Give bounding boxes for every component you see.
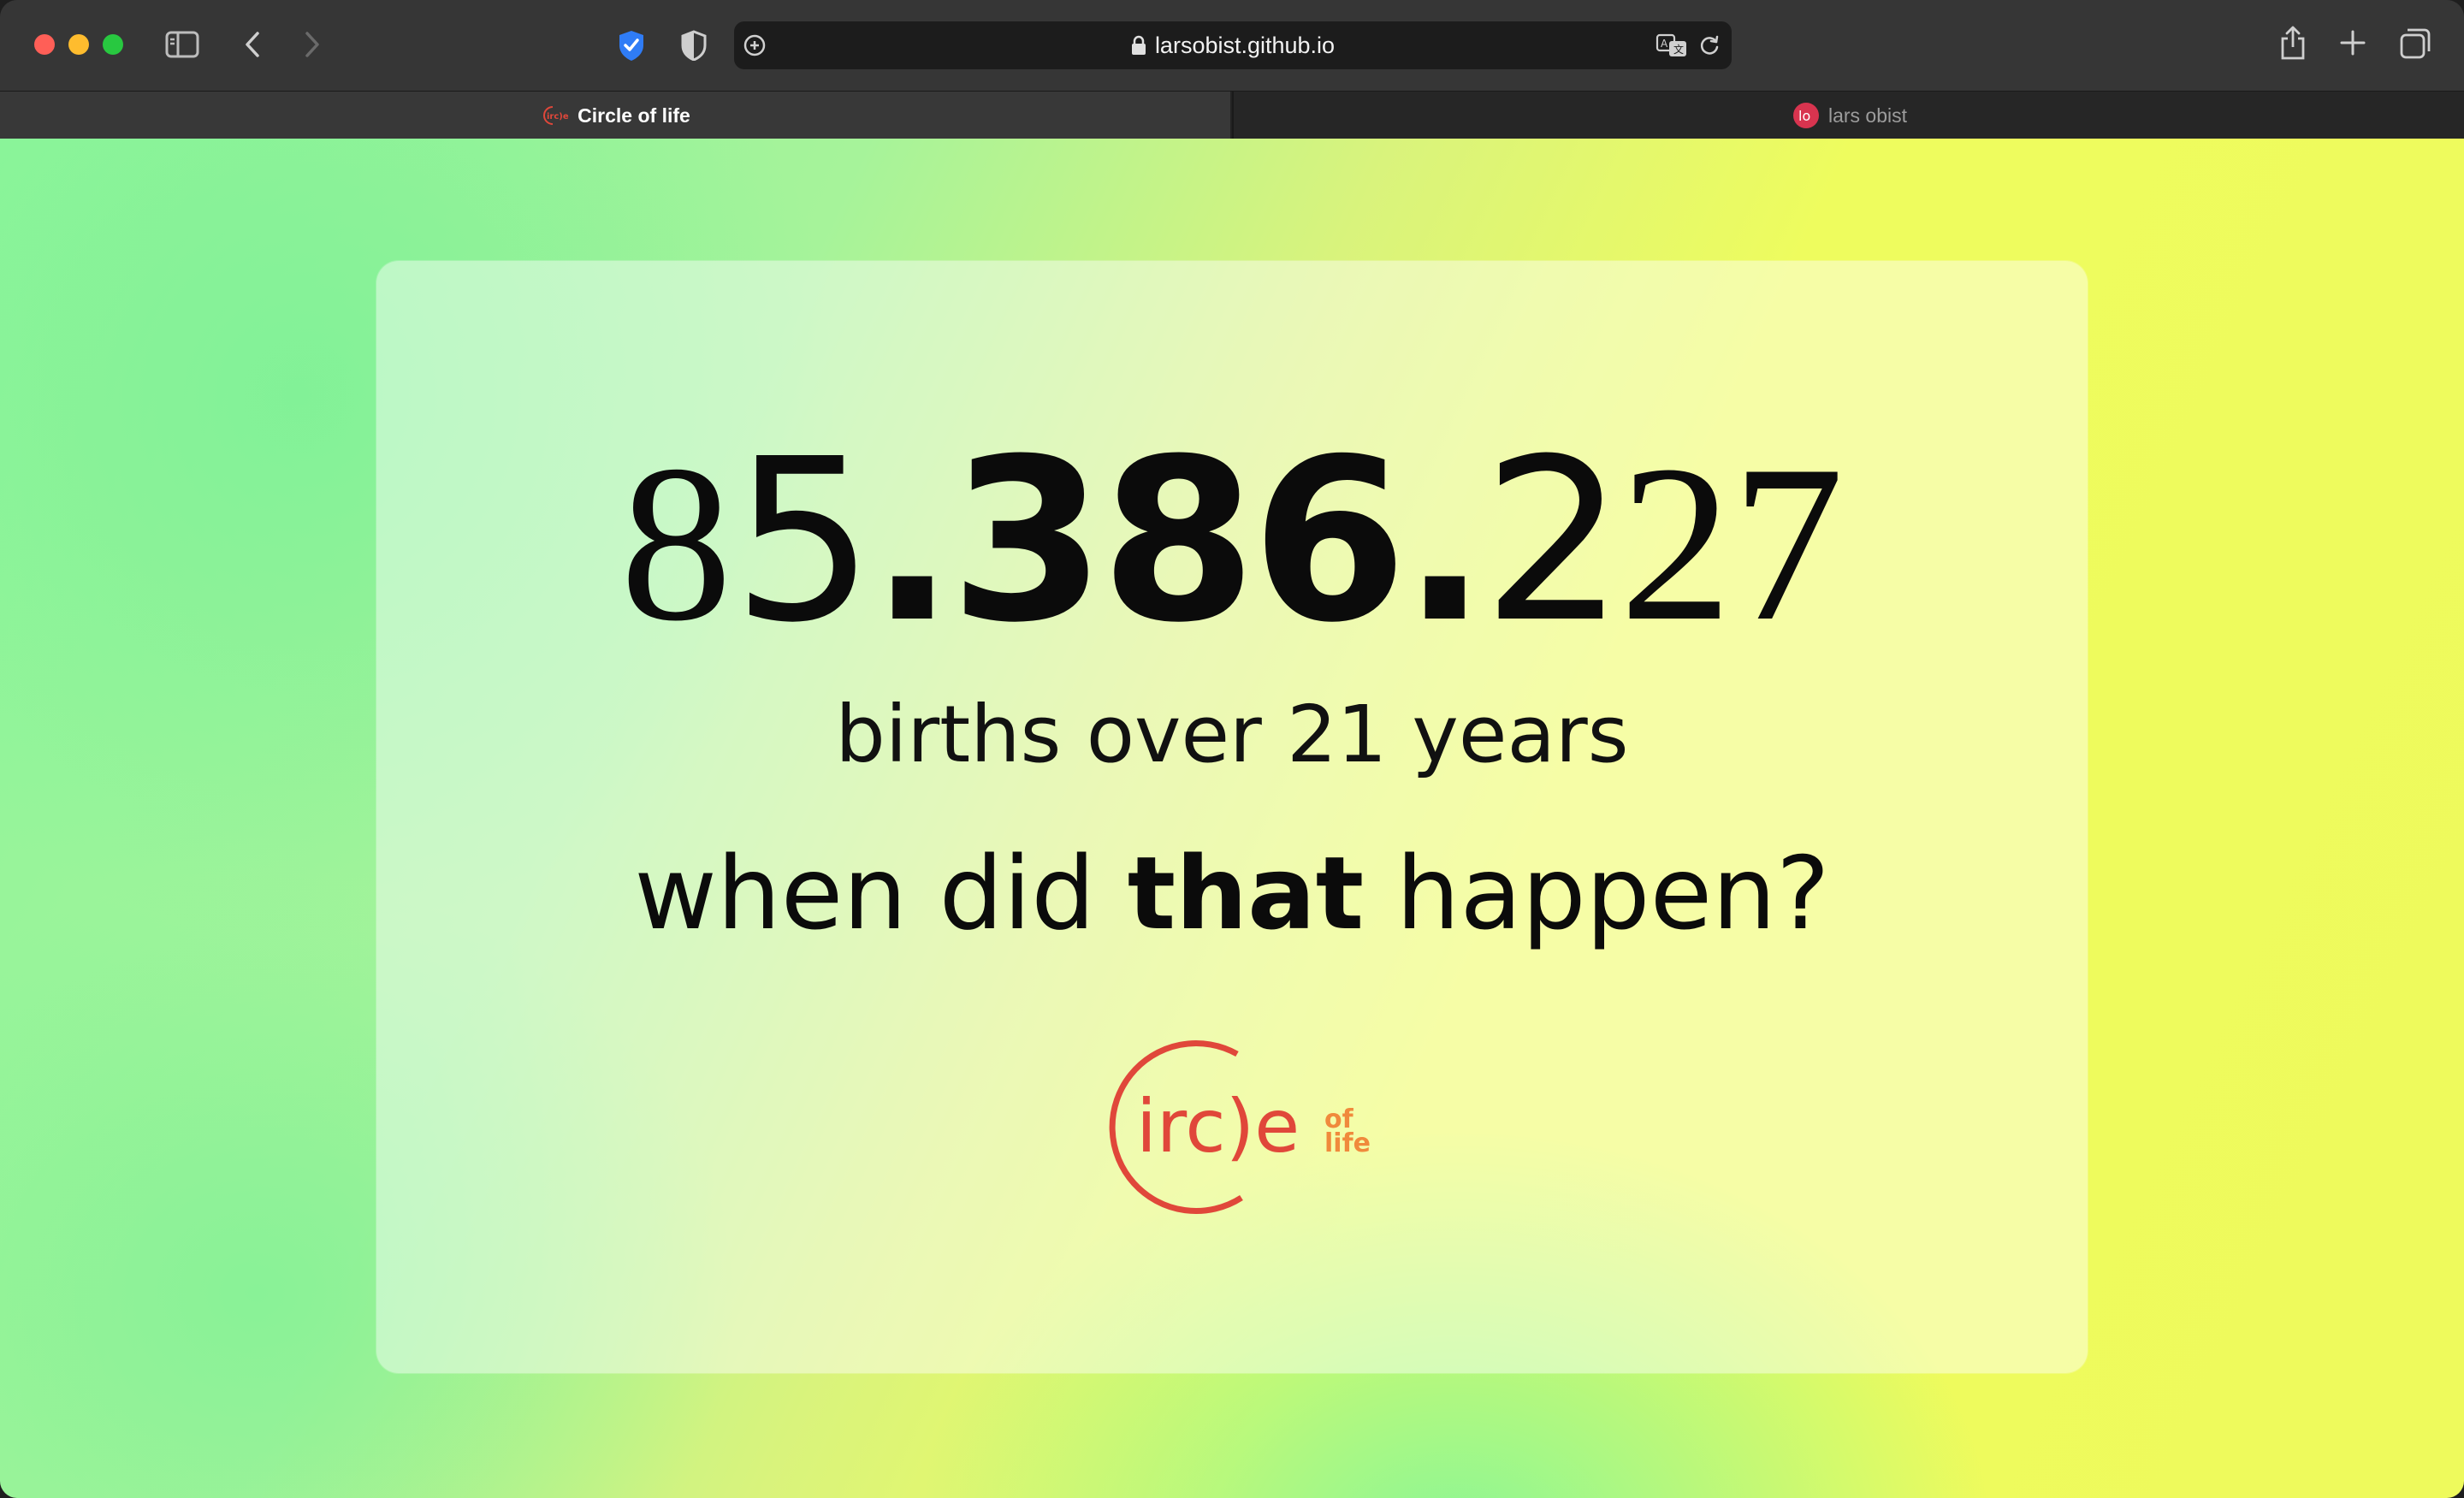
tab-circle-of-life[interactable]: irc)e Circle of life [0, 92, 1230, 139]
bitwarden-shield-icon[interactable] [616, 27, 647, 63]
count-digits-thin: 27 [1620, 419, 1845, 667]
browser-toolbar: larsobist.github.io A文 [0, 0, 2464, 91]
tab-title: lars obist [1827, 104, 1908, 127]
count-digit-light: 8 [619, 419, 732, 667]
close-window-button[interactable] [34, 34, 55, 55]
reload-icon[interactable] [1697, 33, 1721, 57]
count-digit-regular: 5 [732, 411, 875, 672]
question-heading: when did that happen? [376, 834, 2088, 952]
svg-text:lo: lo [1798, 108, 1810, 124]
svg-text:irc)e: irc)e [547, 112, 569, 121]
count-digit-regular-tail: 2 [1482, 411, 1625, 672]
zoom-window-button[interactable] [103, 34, 123, 55]
svg-text:A: A [1661, 38, 1668, 50]
url-display: larsobist.github.io [734, 21, 1732, 69]
address-bar[interactable]: larsobist.github.io A文 [734, 21, 1732, 69]
subtitle: births over 21 years [835, 689, 1629, 780]
logo-life-text: life [1324, 1128, 1371, 1158]
circle-of-life-favicon: irc)e [540, 104, 569, 127]
tab-overview-icon[interactable] [2399, 27, 2431, 60]
url-text: larsobist.github.io [1154, 32, 1336, 58]
page-viewport: 85.386.227 births over 21 years when did… [0, 139, 2464, 1498]
share-icon[interactable] [2277, 24, 2308, 62]
count-digits-bold: .386. [869, 411, 1488, 672]
privacy-shield-icon[interactable] [679, 27, 708, 63]
translate-icon[interactable]: A文 [1655, 32, 1689, 59]
question-after: happen? [1364, 834, 1830, 952]
sidebar-icon[interactable] [164, 27, 200, 62]
question-before: when did [634, 834, 1128, 952]
tab-title: Circle of life [578, 104, 690, 127]
tab-lars-obist[interactable]: lo lars obist [1232, 92, 2464, 139]
content-card: 85.386.227 births over 21 years when did… [376, 261, 2088, 1373]
back-icon[interactable] [240, 27, 265, 62]
question-emphasis: that [1127, 834, 1365, 952]
lock-icon [1131, 35, 1146, 56]
birth-count: 85.386.227 [376, 429, 2088, 656]
forward-icon[interactable] [299, 27, 325, 62]
lo-favicon: lo [1792, 102, 1820, 129]
circle-of-life-logo[interactable]: irc)e of life [1085, 1035, 1393, 1215]
tab-bar: irc)e Circle of life lo lars obist [0, 91, 2464, 139]
logo-main-text: irc)e [1136, 1084, 1300, 1169]
minimize-window-button[interactable] [68, 34, 89, 55]
new-tab-icon[interactable] [2339, 29, 2366, 56]
svg-text:文: 文 [1673, 43, 1684, 56]
browser-window: larsobist.github.io A文 irc)e Circle of l… [0, 0, 2464, 1498]
